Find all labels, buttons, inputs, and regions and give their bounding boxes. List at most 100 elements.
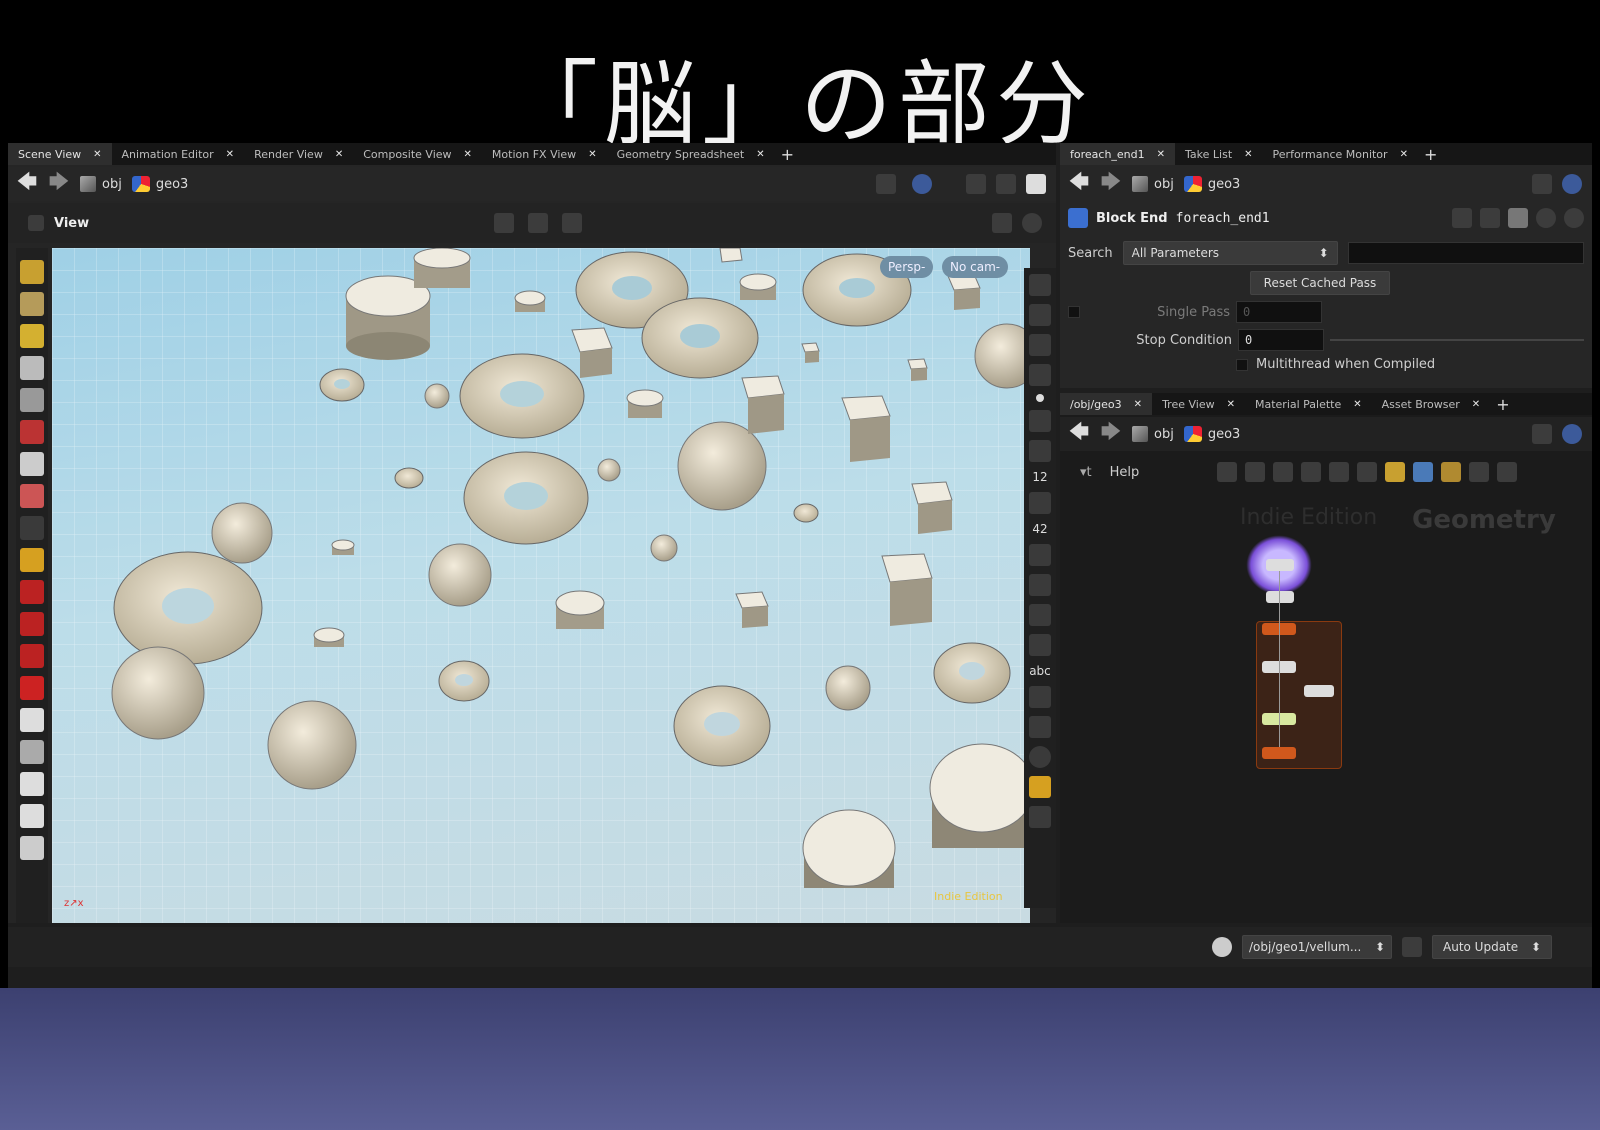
forward-arrow-icon[interactable]: 🡆 bbox=[48, 167, 70, 201]
help-icon[interactable] bbox=[1564, 208, 1584, 228]
snap-grid-icon[interactable] bbox=[20, 580, 44, 604]
view-tool-icon[interactable] bbox=[28, 215, 44, 231]
angle-icon[interactable] bbox=[1029, 544, 1051, 566]
tumble-icon[interactable] bbox=[494, 213, 514, 233]
eye-icon[interactable] bbox=[1029, 806, 1051, 828]
close-icon[interactable]: ✕ bbox=[1400, 149, 1408, 160]
help-icon[interactable] bbox=[1022, 213, 1042, 233]
tab-take-list[interactable]: Take List ✕ bbox=[1175, 143, 1263, 165]
search-input[interactable] bbox=[1347, 242, 1584, 264]
multithread-checkbox[interactable] bbox=[1236, 358, 1248, 371]
persp-menu[interactable]: Persp- bbox=[880, 256, 934, 278]
layout-icon[interactable] bbox=[1357, 462, 1378, 482]
close-icon[interactable]: ✕ bbox=[464, 149, 472, 160]
close-icon[interactable]: ✕ bbox=[1227, 399, 1235, 410]
group-icon[interactable] bbox=[20, 708, 44, 732]
target-icon[interactable] bbox=[20, 740, 44, 764]
settings-icon[interactable] bbox=[992, 213, 1012, 233]
tab-geometry-spreadsheet[interactable]: Geometry Spreadsheet ✕ bbox=[607, 143, 775, 165]
graph-node[interactable] bbox=[1304, 685, 1334, 697]
tab-tree-view[interactable]: Tree View ✕ bbox=[1152, 393, 1245, 415]
color-icon[interactable] bbox=[20, 548, 44, 572]
list-icon[interactable] bbox=[1273, 462, 1294, 482]
table-view-icon[interactable] bbox=[1329, 462, 1350, 482]
handle-icon[interactable] bbox=[20, 324, 44, 348]
back-arrow-icon[interactable]: 🡄 bbox=[16, 167, 38, 201]
node-name-field[interactable]: foreach_end1 bbox=[1176, 211, 1406, 226]
tools-icon[interactable] bbox=[1217, 462, 1238, 482]
chat-icon[interactable] bbox=[1212, 937, 1232, 957]
close-icon[interactable]: ✕ bbox=[1353, 399, 1361, 410]
scissors-icon[interactable] bbox=[1029, 274, 1051, 296]
refresh-icon[interactable] bbox=[1402, 937, 1422, 957]
note-icon[interactable] bbox=[1385, 462, 1406, 482]
tab-render-view[interactable]: Render View ✕ bbox=[244, 143, 353, 165]
camera-menu[interactable]: No cam- bbox=[942, 256, 1009, 278]
dolly-icon[interactable] bbox=[562, 213, 582, 233]
stop-condition-field[interactable]: 0 bbox=[1238, 329, 1324, 351]
close-icon[interactable]: ✕ bbox=[1134, 399, 1142, 410]
hand-icon[interactable] bbox=[1029, 492, 1051, 514]
toolbar-text[interactable]: abc bbox=[1029, 664, 1051, 678]
background-icon[interactable] bbox=[20, 836, 44, 860]
wire-icon[interactable] bbox=[1029, 634, 1051, 656]
ghost-icon[interactable] bbox=[20, 484, 44, 508]
toolbar-number[interactable]: 12 bbox=[1032, 470, 1047, 484]
status-path-dropdown[interactable]: /obj/geo1/vellum... ⬍ bbox=[1242, 935, 1392, 959]
loop-icon[interactable] bbox=[1029, 334, 1051, 356]
single-pass-field[interactable]: 0 bbox=[1236, 301, 1322, 323]
search-icon[interactable] bbox=[1508, 208, 1528, 228]
add-tab-icon[interactable]: + bbox=[1490, 395, 1515, 414]
camera-view-icon[interactable] bbox=[1029, 364, 1051, 386]
path-segment-geo[interactable]: geo3 bbox=[1183, 176, 1240, 192]
maximize-icon[interactable] bbox=[1026, 174, 1046, 194]
auto-update-dropdown[interactable]: Auto Update ⬍ bbox=[1432, 935, 1552, 959]
close-icon[interactable]: ✕ bbox=[1472, 399, 1480, 410]
palette-icon[interactable] bbox=[1441, 462, 1462, 482]
render-icon[interactable] bbox=[20, 772, 44, 796]
pen-icon[interactable] bbox=[1029, 440, 1051, 462]
light-icon[interactable] bbox=[20, 452, 44, 476]
tab-animation-editor[interactable]: Animation Editor ✕ bbox=[112, 143, 245, 165]
brush-icon[interactable] bbox=[1029, 410, 1051, 432]
particle-icon[interactable] bbox=[20, 516, 44, 540]
stop-condition-slider[interactable] bbox=[1330, 339, 1584, 341]
tab-motion-fx-view[interactable]: Motion FX View ✕ bbox=[482, 143, 607, 165]
gear-icon[interactable] bbox=[1452, 208, 1472, 228]
transform-icon[interactable] bbox=[20, 292, 44, 316]
search-icon[interactable] bbox=[1469, 462, 1490, 482]
3d-viewport[interactable]: Persp- No cam- Indie Edition z↗x bbox=[52, 248, 1030, 923]
close-icon[interactable]: ✕ bbox=[588, 149, 596, 160]
points-icon[interactable] bbox=[1029, 574, 1051, 596]
link-icon[interactable] bbox=[1562, 424, 1582, 444]
image-icon[interactable] bbox=[1029, 686, 1051, 708]
toolbar-number[interactable]: 42 bbox=[1032, 522, 1047, 536]
path-segment-obj[interactable]: obj bbox=[1132, 426, 1174, 442]
pin-icon[interactable] bbox=[1532, 174, 1552, 194]
checkbox[interactable] bbox=[1068, 306, 1080, 318]
shading-icon[interactable] bbox=[996, 174, 1016, 194]
reset-cached-pass-button[interactable]: Reset Cached Pass bbox=[1250, 271, 1390, 295]
lock-icon[interactable] bbox=[20, 388, 44, 412]
frame-icon[interactable] bbox=[1029, 304, 1051, 326]
pin-icon[interactable] bbox=[1532, 424, 1552, 444]
normals-icon[interactable] bbox=[1029, 604, 1051, 626]
magnet-icon[interactable] bbox=[20, 676, 44, 700]
pin-icon[interactable] bbox=[876, 174, 896, 194]
forward-arrow-icon[interactable]: 🡆 bbox=[1100, 167, 1122, 201]
back-arrow-icon[interactable]: 🡄 bbox=[1068, 167, 1090, 201]
tab-performance-monitor[interactable]: Performance Monitor ✕ bbox=[1263, 143, 1418, 165]
forward-arrow-icon[interactable]: 🡆 bbox=[1100, 417, 1122, 451]
tab-obj-geo3[interactable]: /obj/geo3 ✕ bbox=[1060, 393, 1153, 415]
graph-node[interactable] bbox=[1266, 559, 1294, 571]
select-icon[interactable] bbox=[20, 260, 44, 284]
close-icon[interactable]: ✕ bbox=[335, 149, 343, 160]
pointer-icon[interactable] bbox=[20, 356, 44, 380]
search-dropdown[interactable]: All Parameters ⬍ bbox=[1122, 241, 1338, 265]
tab-scene-view[interactable]: Scene View ✕ bbox=[8, 143, 112, 165]
houdini-help-icon[interactable] bbox=[1480, 208, 1500, 228]
path-segment-obj[interactable]: obj bbox=[80, 176, 122, 192]
add-tab-icon[interactable]: + bbox=[1418, 145, 1443, 164]
link-icon[interactable] bbox=[1562, 174, 1582, 194]
close-icon[interactable]: ✕ bbox=[1157, 149, 1165, 160]
